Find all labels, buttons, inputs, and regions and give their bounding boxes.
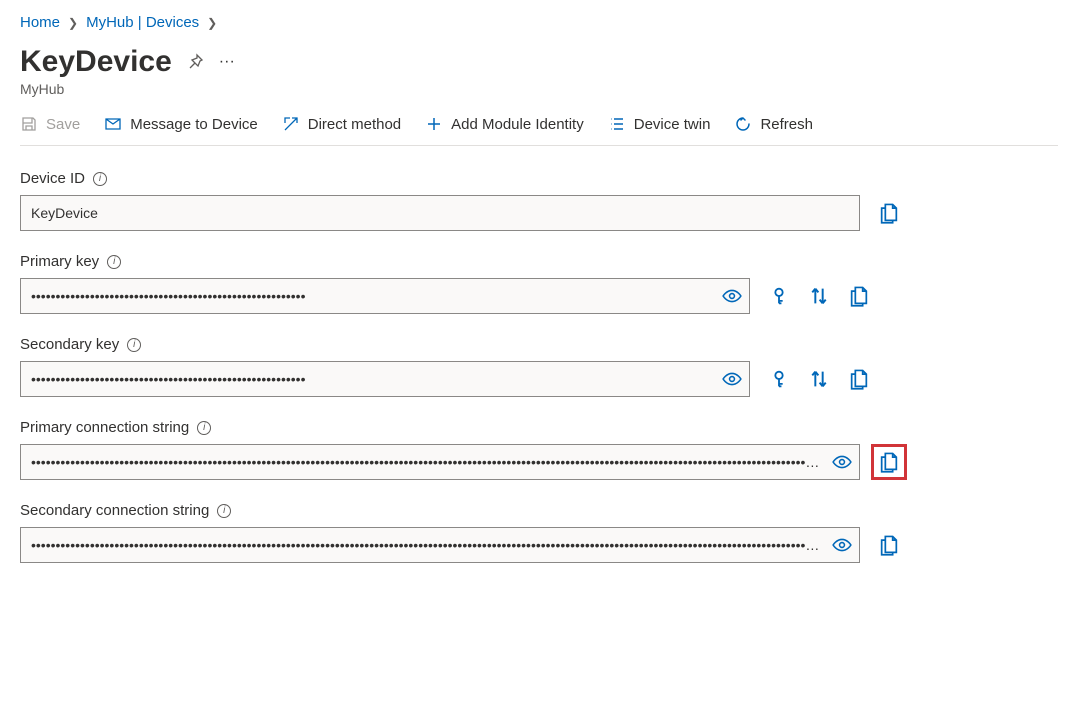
primary-connection-string-input[interactable] bbox=[20, 444, 860, 480]
eye-icon[interactable] bbox=[722, 286, 742, 306]
secondary-key-input[interactable] bbox=[20, 361, 750, 397]
eye-icon[interactable] bbox=[832, 452, 852, 472]
device-id-input[interactable] bbox=[20, 195, 860, 231]
secondary-connection-string-input[interactable] bbox=[20, 527, 860, 563]
eye-icon[interactable] bbox=[832, 535, 852, 555]
primary-key-input[interactable] bbox=[20, 278, 750, 314]
eye-icon[interactable] bbox=[722, 369, 742, 389]
